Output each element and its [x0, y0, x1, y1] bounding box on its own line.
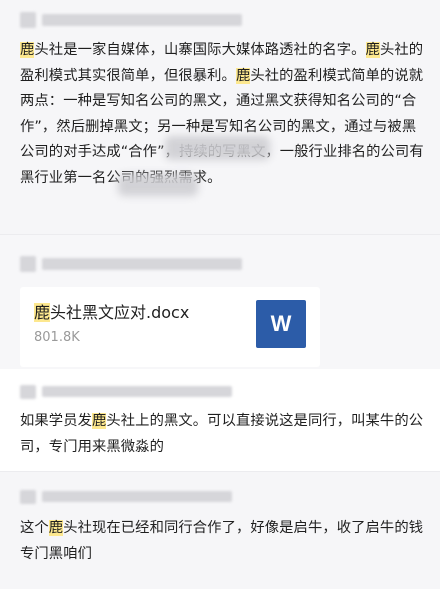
sender-name-blurred [42, 386, 232, 397]
redaction-mosaic [118, 174, 198, 196]
highlighted-keyword: 鹿 [365, 42, 380, 58]
highlighted-keyword: 鹿 [91, 413, 107, 429]
message-block-3: 如果学员发鹿头社上的黑文。可以直接说这是同行，叫某牛的公司，专门用来黑微淼的 [0, 369, 440, 471]
avatar-blurred [20, 256, 36, 272]
message-text-run: 头社是一家自媒体，山寨国际大媒体路透社的名字。 [34, 42, 366, 58]
message-text-run: 如果学员发 [20, 413, 92, 429]
sender-name-blurred [42, 491, 232, 502]
message-block-1: 鹿头社是一家自媒体，山寨国际大媒体路透社的名字。鹿头社的盈利模式其实很简单，但很… [0, 0, 440, 234]
sender-name-blurred [42, 258, 242, 270]
message-text-run: 头社现在已经和同行合作了，好像是启牛，收了启牛的钱专门黑咱们 [20, 520, 424, 562]
avatar-blurred [20, 385, 36, 399]
redaction-mosaic [165, 136, 270, 160]
divider [0, 471, 440, 472]
message-text-1: 鹿头社是一家自媒体，山寨国际大媒体路透社的名字。鹿头社的盈利模式其实很简单，但很… [20, 38, 424, 192]
message-text-2: 如果学员发鹿头社上的黑文。可以直接说这是同行，叫某牛的公司，专门用来黑微淼的 [20, 409, 424, 460]
highlighted-keyword: 鹿 [235, 67, 251, 84]
highlighted-keyword: 鹿 [48, 520, 64, 536]
avatar-blurred [20, 12, 36, 28]
word-doc-icon: W [256, 300, 306, 348]
file-name: 鹿头社黑文应对.docx [34, 303, 190, 322]
highlighted-keyword: 鹿 [20, 42, 35, 58]
sender-name-blurred [42, 14, 242, 26]
file-size: 801.8K [34, 330, 80, 345]
message-text-3: 这个鹿头社现在已经和同行合作了，好像是启牛，收了启牛的钱专门黑咱们 [20, 516, 424, 567]
divider [0, 234, 440, 235]
file-attachment-card[interactable]: 鹿头社黑文应对.docx 801.8K W [20, 287, 320, 367]
message-text-run: 头社的盈利模式简单的说就两点：一种是写知名公司的黑文，通过黑文获得知名公司的“合… [20, 67, 424, 186]
message-text-run: 这个 [20, 520, 49, 536]
chat-screenshot: 鹿头社是一家自媒体，山寨国际大媒体路透社的名字。鹿头社的盈利模式其实很简单，但很… [0, 0, 440, 589]
avatar-blurred [20, 490, 36, 504]
message-block-4: 这个鹿头社现在已经和同行合作了，好像是启牛，收了启牛的钱专门黑咱们 [0, 471, 440, 589]
